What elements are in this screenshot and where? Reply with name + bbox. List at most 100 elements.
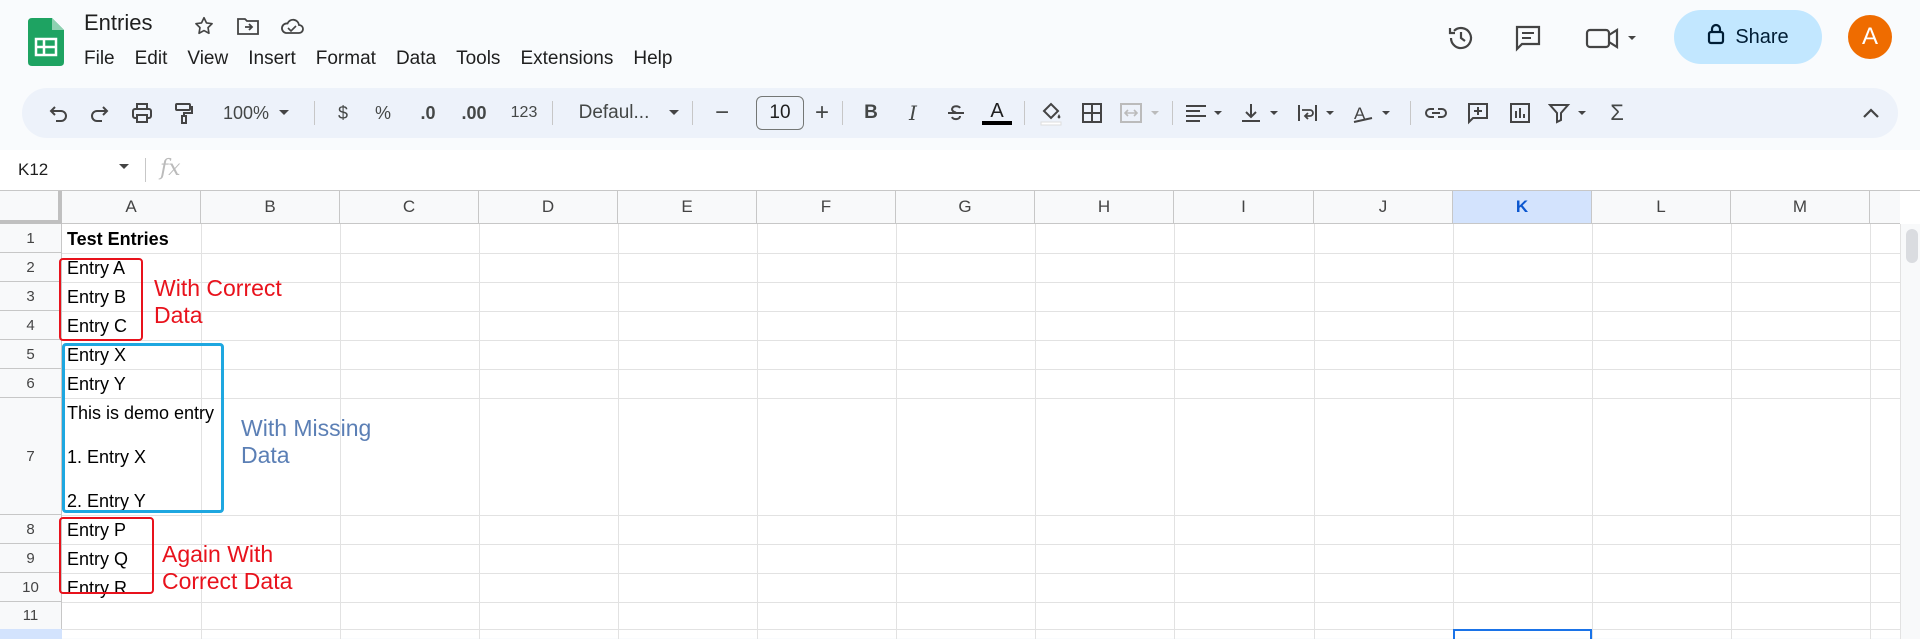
insert-link-icon[interactable] — [1420, 95, 1452, 131]
comments-icon[interactable] — [1508, 18, 1548, 58]
row-header-11[interactable]: 11 — [0, 602, 62, 630]
lock-icon — [1707, 23, 1725, 51]
spreadsheet-grid[interactable]: A B C D E F G H I J K L M 1 2 3 4 5 6 7 … — [0, 190, 1920, 639]
row-header-9[interactable]: 9 — [0, 544, 62, 573]
print-icon[interactable] — [126, 95, 158, 131]
sheets-logo-icon[interactable] — [28, 18, 64, 66]
italic-button[interactable]: I — [898, 95, 928, 131]
column-header-h[interactable]: H — [1035, 191, 1174, 224]
name-box[interactable]: K12 — [18, 160, 48, 180]
font-size-input[interactable]: 10 — [756, 96, 804, 130]
merge-cells-icon[interactable] — [1116, 95, 1166, 131]
column-header-g[interactable]: G — [896, 191, 1035, 224]
row-header-5[interactable]: 5 — [0, 340, 62, 369]
insert-chart-icon[interactable] — [1504, 95, 1536, 131]
format-percent-button[interactable]: % — [368, 95, 398, 131]
vertical-scrollbar[interactable] — [1900, 224, 1920, 639]
row-header-1[interactable]: 1 — [0, 224, 62, 253]
decrease-decimal-button[interactable]: .0 — [410, 95, 446, 131]
zoom-chevron-down-icon[interactable] — [276, 95, 292, 131]
menu-edit[interactable]: Edit — [125, 46, 178, 72]
menu-data[interactable]: Data — [386, 46, 446, 72]
cloud-saved-icon[interactable] — [278, 12, 306, 40]
app-header: Entries File Edit View Insert Format Dat… — [0, 0, 1920, 84]
correct-data-box-1 — [59, 258, 143, 341]
select-all-corner[interactable] — [0, 191, 62, 224]
borders-icon[interactable] — [1076, 95, 1108, 131]
avatar[interactable]: A — [1848, 15, 1892, 59]
row-header-10[interactable]: 10 — [0, 573, 62, 602]
text-color-label: A — [990, 100, 1004, 122]
increase-font-size-button[interactable]: + — [798, 95, 846, 131]
functions-button[interactable]: Σ — [1602, 95, 1632, 131]
text-wrapping-icon[interactable] — [1294, 95, 1344, 131]
star-icon[interactable] — [190, 12, 218, 40]
undo-icon[interactable] — [42, 95, 74, 131]
row-header-2[interactable]: 2 — [0, 253, 62, 282]
row-header-4[interactable]: 4 — [0, 311, 62, 340]
menu-file[interactable]: File — [74, 46, 125, 72]
menu-tools[interactable]: Tools — [446, 46, 510, 72]
row-header-6[interactable]: 6 — [0, 369, 62, 398]
annotation-correct-1-line1: With Correct — [154, 275, 282, 301]
menu-bar: File Edit View Insert Format Data Tools … — [74, 46, 682, 72]
share-label: Share — [1735, 25, 1789, 48]
column-header-f[interactable]: F — [757, 191, 896, 224]
horizontal-align-icon[interactable] — [1182, 95, 1232, 131]
more-formats-button[interactable]: 123 — [504, 95, 544, 131]
move-folder-icon[interactable] — [234, 12, 262, 40]
row-header-3[interactable]: 3 — [0, 282, 62, 311]
filter-icon[interactable] — [1546, 95, 1596, 131]
column-header-c[interactable]: C — [340, 191, 479, 224]
annotation-missing-line2: Data — [241, 442, 290, 468]
column-header-i[interactable]: I — [1174, 191, 1314, 224]
menu-format[interactable]: Format — [306, 46, 386, 72]
text-rotation-icon[interactable]: A — [1350, 95, 1400, 131]
fx-icon: fx — [160, 156, 181, 181]
correct-data-box-2 — [59, 517, 154, 594]
column-header-e[interactable]: E — [618, 191, 757, 224]
cell-a1[interactable]: Test Entries — [67, 229, 169, 250]
font-chevron-down-icon[interactable] — [666, 95, 682, 131]
column-header-l[interactable]: L — [1592, 191, 1731, 224]
insert-comment-icon[interactable] — [1462, 95, 1494, 131]
vertical-scrollbar-thumb[interactable] — [1906, 229, 1918, 263]
column-header-a[interactable]: A — [62, 191, 201, 224]
annotation-correct-2: Again With Correct Data — [162, 541, 292, 595]
zoom-select[interactable]: 100% — [218, 95, 274, 131]
column-header-b[interactable]: B — [201, 191, 340, 224]
annotation-correct-1: With Correct Data — [154, 275, 282, 329]
menu-view[interactable]: View — [177, 46, 238, 72]
text-color-swatch — [982, 121, 1012, 125]
format-currency-button[interactable]: $ — [328, 95, 358, 131]
decrease-font-size-button[interactable]: − — [708, 95, 736, 131]
toolbar: 100% $ % .0 .00 123 Defaul... − 10 + B I… — [22, 88, 1898, 138]
column-header-k[interactable]: K — [1453, 191, 1592, 224]
version-history-icon[interactable] — [1441, 18, 1481, 58]
menu-insert[interactable]: Insert — [238, 46, 306, 72]
paint-format-icon[interactable] — [168, 95, 200, 131]
strikethrough-icon[interactable] — [940, 95, 972, 131]
increase-decimal-button[interactable]: .00 — [454, 95, 494, 131]
text-color-button[interactable]: A — [980, 95, 1014, 131]
annotation-missing: With Missing Data — [241, 415, 371, 469]
collapse-menus-chevron-up-icon[interactable] — [1856, 95, 1886, 131]
vertical-align-icon[interactable] — [1238, 95, 1288, 131]
name-box-chevron-down-icon[interactable] — [118, 160, 130, 174]
bold-button[interactable]: B — [856, 95, 886, 131]
menu-help[interactable]: Help — [623, 46, 682, 72]
meet-video-icon[interactable] — [1582, 18, 1642, 58]
column-header-d[interactable]: D — [479, 191, 618, 224]
row-header-8[interactable]: 8 — [0, 515, 62, 544]
font-family-select[interactable]: Defaul... — [564, 95, 664, 131]
column-header-j[interactable]: J — [1314, 191, 1453, 224]
redo-icon[interactable] — [84, 95, 116, 131]
annotation-correct-2-line1: Again With — [162, 541, 274, 567]
row-header-7[interactable]: 7 — [0, 398, 62, 515]
share-button[interactable]: Share — [1674, 10, 1822, 64]
annotation-missing-line1: With Missing — [241, 415, 372, 441]
menu-extensions[interactable]: Extensions — [510, 46, 623, 72]
document-title[interactable]: Entries — [84, 10, 152, 36]
fill-color-icon[interactable] — [1034, 95, 1068, 131]
column-header-m[interactable]: M — [1731, 191, 1870, 224]
